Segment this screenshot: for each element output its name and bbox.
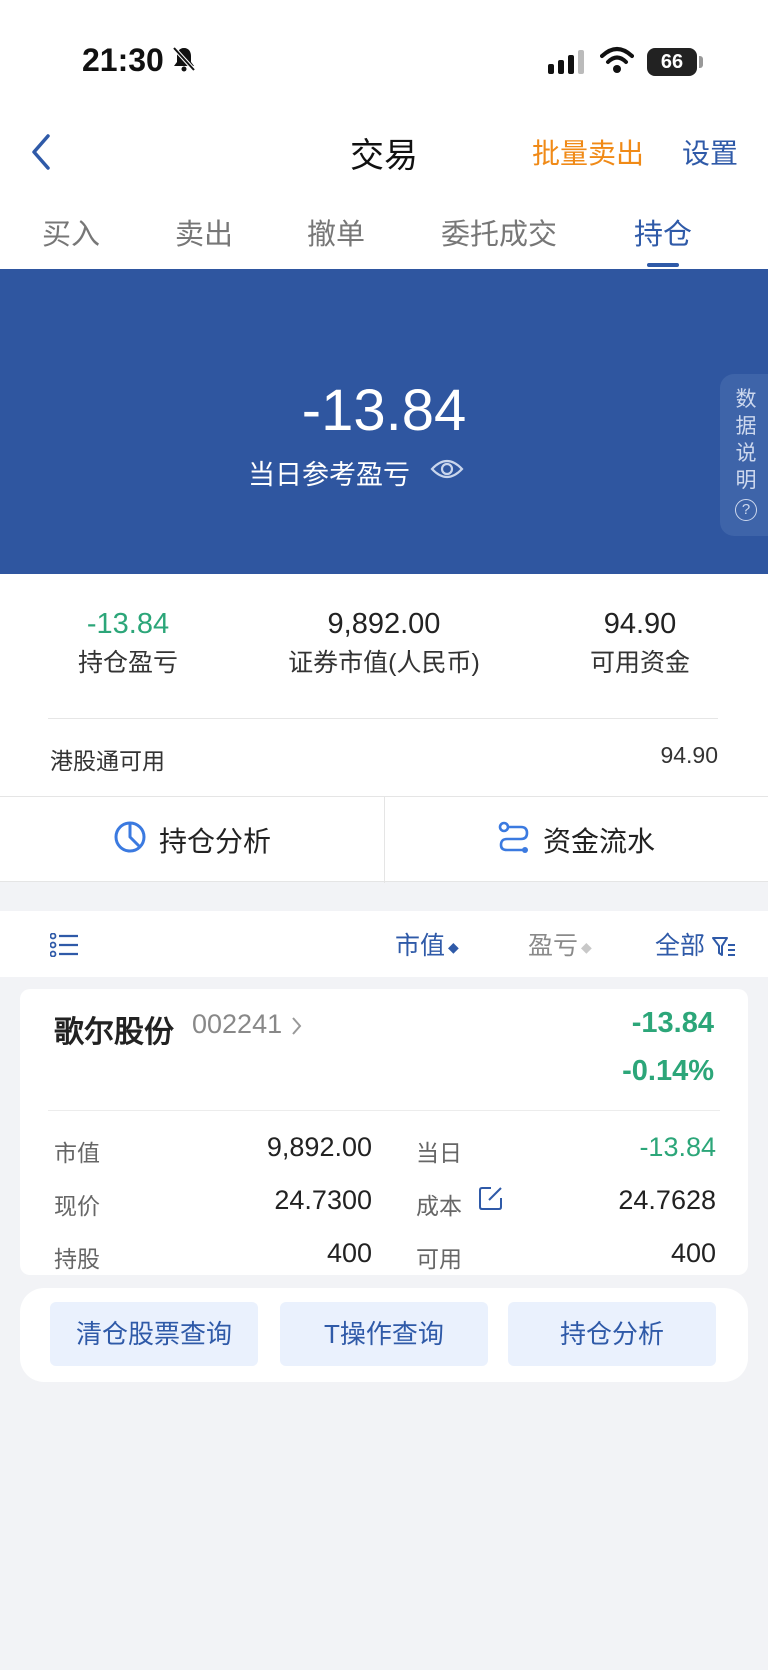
holding-pl-amount: -13.84: [631, 1007, 714, 1039]
cash-flow-button[interactable]: 资金流水: [384, 797, 768, 883]
wifi-icon: [600, 46, 634, 79]
available-funds-label: 可用资金: [589, 649, 690, 677]
tab-sell[interactable]: 卖出: [175, 211, 233, 253]
sort-market-value[interactable]: 市值 ◆: [395, 926, 459, 962]
cleared-stocks-query-button[interactable]: 清仓股票查询: [50, 1302, 258, 1366]
batch-sell-button[interactable]: 批量卖出: [532, 132, 644, 172]
available-label: 可用: [416, 1246, 462, 1272]
cash-flow-label: 资金流水: [542, 826, 655, 857]
data-note-char: 数: [735, 388, 757, 411]
account-actions: 持仓分析 资金流水: [0, 796, 768, 883]
data-note-button[interactable]: 数 据 说 明 ?: [720, 374, 768, 536]
tab-positions[interactable]: 持仓: [634, 211, 692, 253]
divider: [48, 718, 718, 719]
data-note-char: 据: [735, 415, 757, 438]
sort-icon: ◆: [581, 938, 592, 955]
tab-cancel[interactable]: 撤单: [307, 211, 365, 253]
today-pl: -13.84: [639, 1132, 716, 1162]
tab-buy[interactable]: 买入: [42, 211, 100, 253]
sort-pl-label: 盈亏: [528, 932, 579, 960]
battery-tip: [699, 56, 703, 68]
stock-code: 002241: [192, 1009, 283, 1039]
position-analysis-button[interactable]: 持仓分析: [0, 797, 384, 883]
daily-pl-label: 当日参考盈亏: [248, 460, 410, 490]
available-funds-value: 94.90: [603, 608, 677, 640]
status-time: 21:30: [82, 42, 164, 78]
battery-indicator: 66: [647, 48, 697, 76]
price-label: 现价: [54, 1193, 100, 1219]
edit-icon[interactable]: [478, 1185, 504, 1216]
position-pl-value: -13.84: [86, 608, 170, 640]
chevron-right-icon: [290, 1009, 304, 1039]
holding-card[interactable]: 歌尔股份 002241 -13.84 -0.14% 市值 9,892.00 当日…: [20, 989, 748, 1275]
market-value: 9,892.00: [266, 1132, 372, 1162]
t-operation-query-button[interactable]: T操作查询: [280, 1302, 488, 1366]
status-bar: 21:30 66: [0, 0, 768, 120]
tab-orders[interactable]: 委托成交: [441, 211, 557, 253]
filter-all-label: 全部: [655, 932, 706, 960]
available-shares: 400: [670, 1238, 716, 1268]
holdings-list-header: 市值 ◆ 盈亏 ◆ 全部: [0, 911, 768, 977]
divider: [48, 1110, 720, 1111]
cellular-signal-icon: [548, 50, 586, 79]
eye-icon[interactable]: [430, 457, 464, 486]
market-value-stat: 9,892.00 证券市值(人民币): [264, 608, 504, 679]
hk-connect-label: 港股通可用: [50, 748, 165, 774]
pie-chart-icon: [113, 820, 147, 861]
shares-label: 持股: [54, 1246, 100, 1272]
current-price: 24.7300: [274, 1185, 372, 1215]
daily-pl-banner: -13.84 当日参考盈亏 数 据 说 明 ?: [0, 269, 768, 574]
sort-pl[interactable]: 盈亏 ◆: [528, 926, 592, 962]
shares-held: 400: [326, 1238, 372, 1268]
position-pl-stat: -13.84 持仓盈亏: [68, 608, 188, 679]
sort-market-value-label: 市值: [395, 932, 446, 960]
stock-name: 歌尔股份: [54, 1016, 174, 1049]
hk-connect-value: 94.90: [660, 742, 718, 768]
data-note-char: 说: [735, 442, 757, 465]
flow-icon: [497, 820, 531, 861]
page-title: 交易: [350, 137, 418, 175]
settings-button[interactable]: 设置: [682, 132, 738, 172]
today-label: 当日: [416, 1140, 462, 1166]
trade-tabs: 买入 卖出 撤单 委托成交 持仓: [0, 205, 768, 269]
bell-muted-icon: [172, 46, 196, 77]
filter-icon: [711, 932, 736, 960]
active-tab-indicator: [647, 263, 679, 267]
market-value-label: 市值: [54, 1140, 100, 1166]
stock-code-link[interactable]: 002241: [192, 1009, 304, 1040]
sort-desc-icon: ◆: [448, 938, 459, 955]
data-note-char: 明: [735, 469, 757, 492]
cost-price: 24.7628: [618, 1185, 716, 1215]
available-funds-stat: 94.90 可用资金: [580, 608, 700, 679]
daily-pl-value: -13.84: [301, 378, 467, 443]
cost-label: 成本: [416, 1193, 462, 1219]
position-pl-label: 持仓盈亏: [77, 649, 178, 677]
quick-actions: 清仓股票查询 T操作查询 持仓分析: [20, 1288, 748, 1382]
help-icon: ?: [735, 499, 757, 521]
list-view-icon[interactable]: [49, 932, 80, 962]
account-summary: -13.84 持仓盈亏 9,892.00 证券市值(人民币) 94.90 可用资…: [0, 574, 768, 796]
holding-pl-percent: -0.14%: [622, 1055, 714, 1087]
filter-all[interactable]: 全部: [655, 926, 736, 962]
position-analysis-label: 持仓分析: [158, 826, 271, 857]
position-analysis-quick-button[interactable]: 持仓分析: [508, 1302, 716, 1366]
market-value-label: 证券市值(人民币): [288, 649, 480, 677]
market-value-value: 9,892.00: [327, 608, 441, 640]
